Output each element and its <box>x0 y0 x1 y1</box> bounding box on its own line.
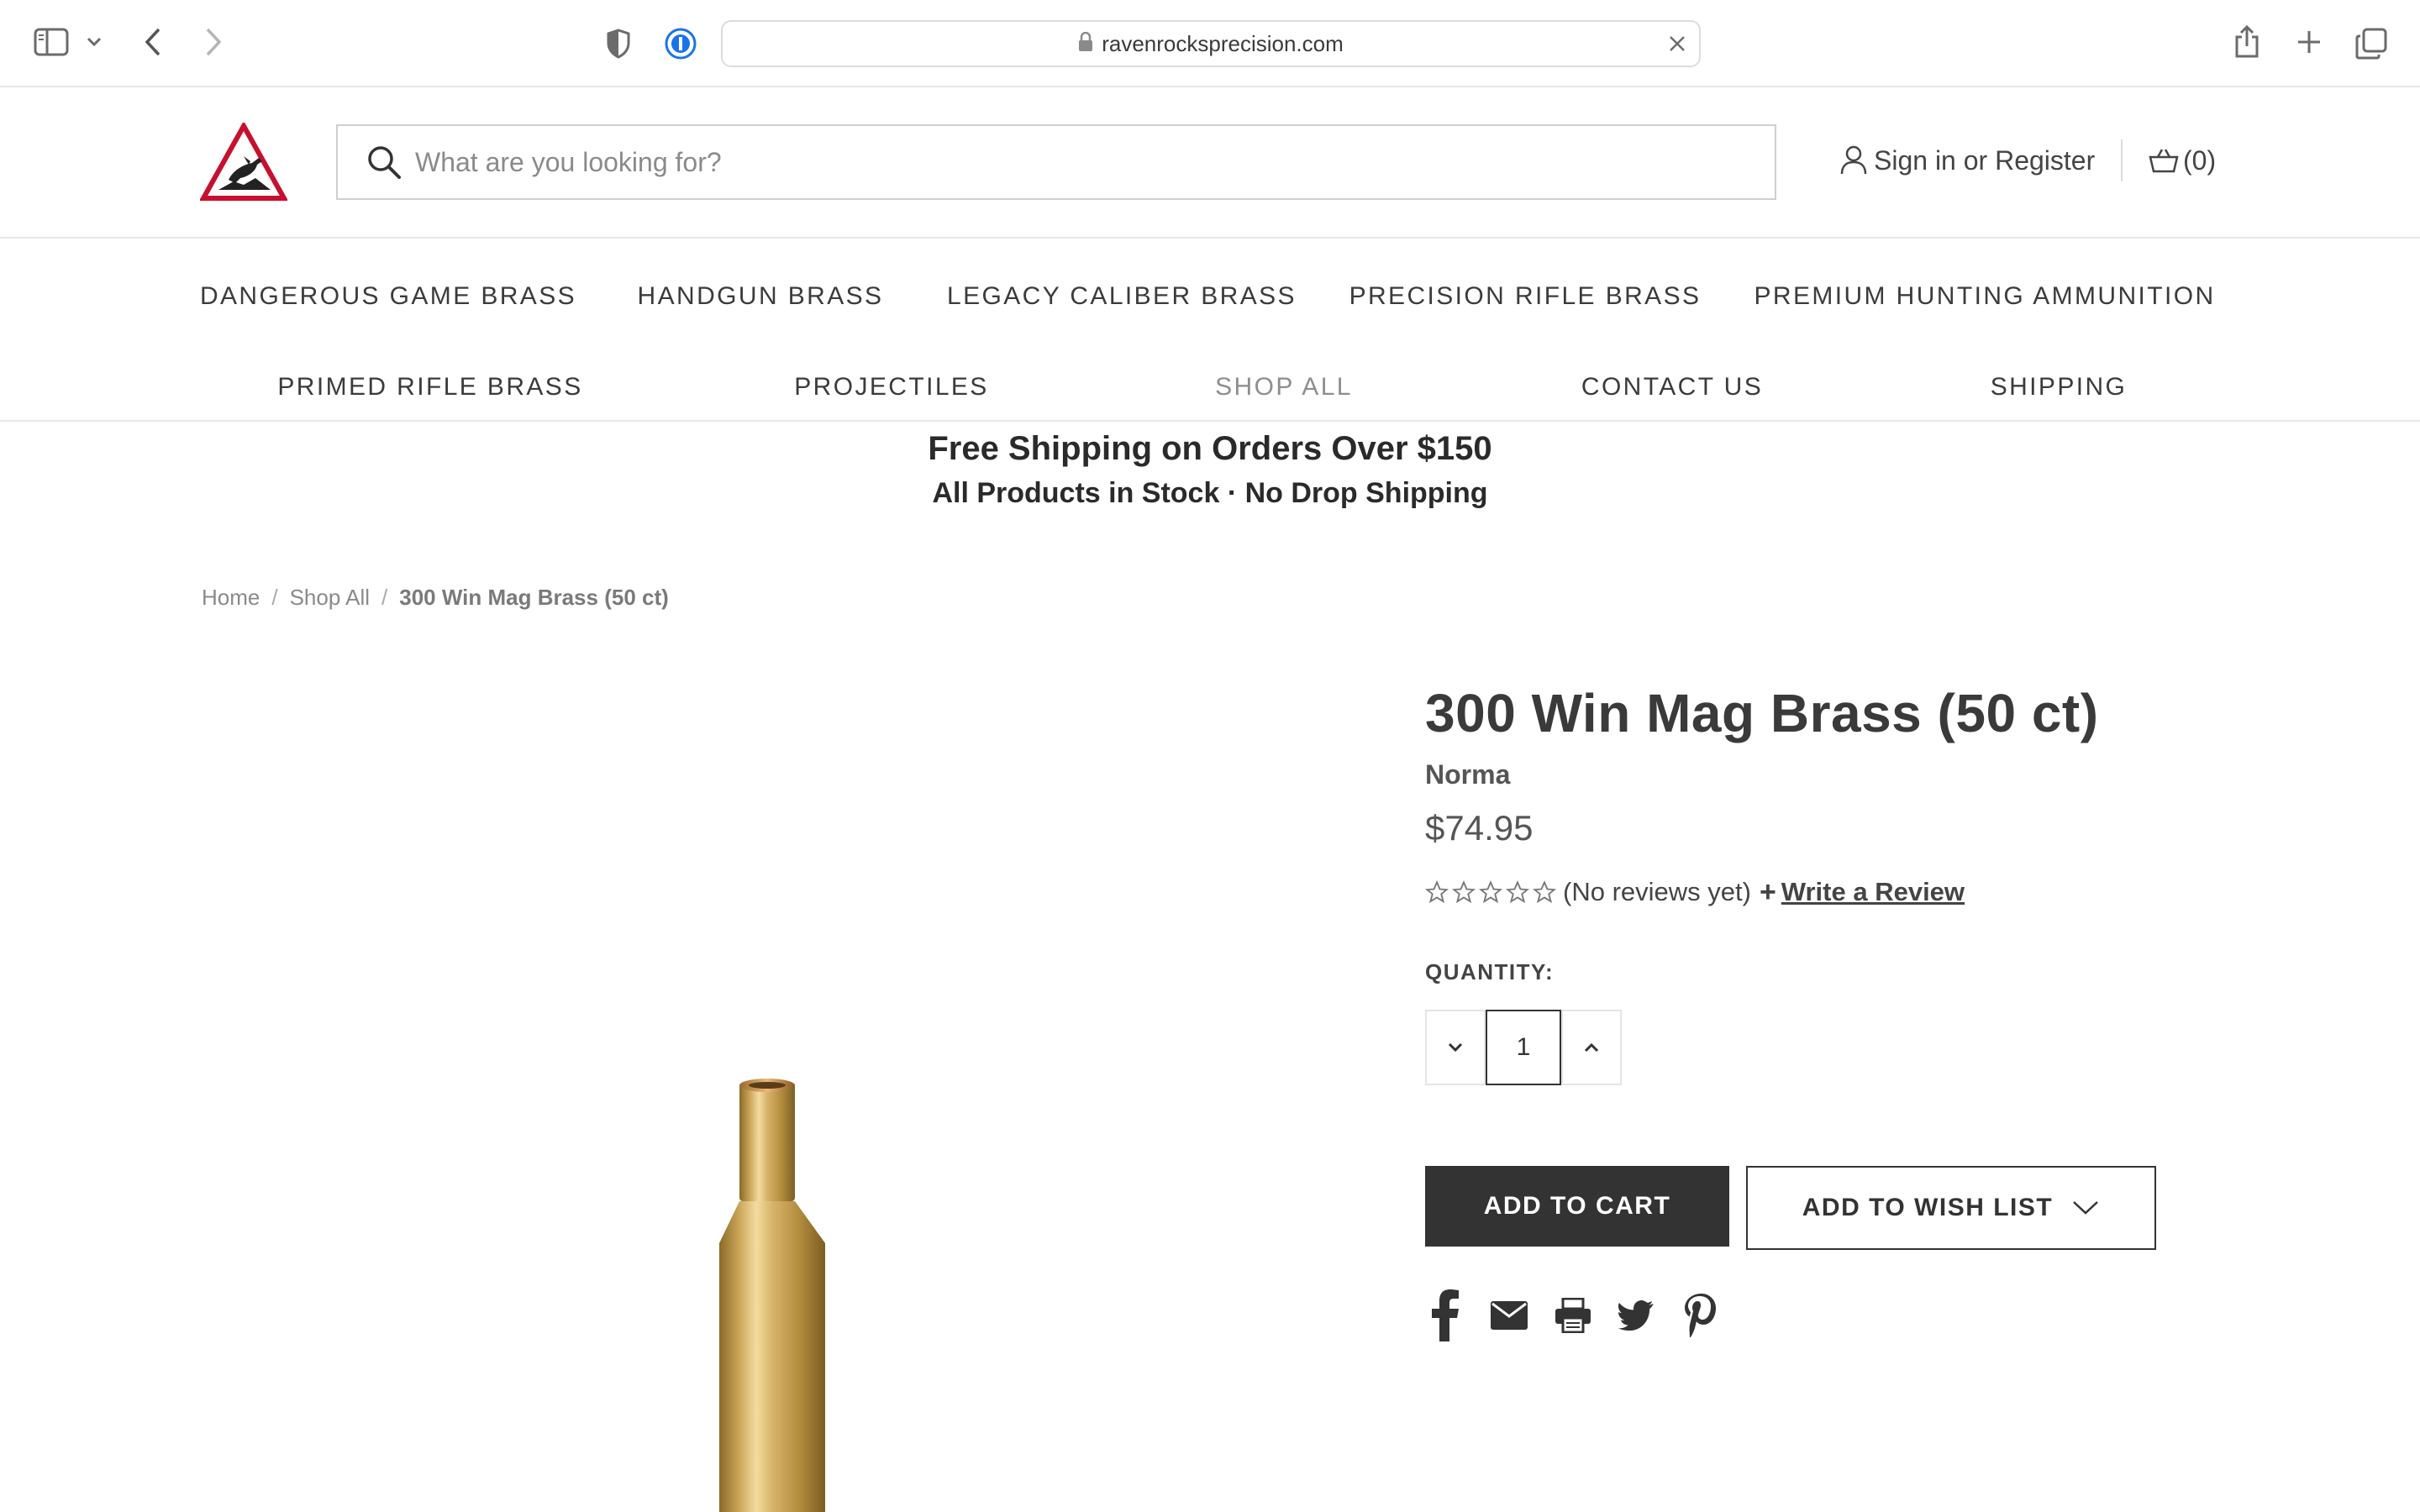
search-box[interactable] <box>336 124 1776 200</box>
nav-shop-all[interactable]: SHOP ALL <box>1215 373 1353 402</box>
email-icon[interactable] <box>1489 1289 1529 1342</box>
chevron-down-icon <box>2073 1201 2099 1215</box>
share-icons <box>1425 1289 1744 1342</box>
product-brand[interactable]: Norma <box>1425 759 1510 790</box>
chevron-down-icon <box>1448 1042 1463 1053</box>
star-empty-icon <box>1479 880 1502 904</box>
share-icon[interactable] <box>2230 22 2264 62</box>
breadcrumb-shop-all[interactable]: Shop All <box>290 585 370 611</box>
address-bar[interactable]: ravenrocksprecision.com <box>721 20 1701 67</box>
category-nav: DANGEROUS GAME BRASS HANDGUN BRASS LEGAC… <box>0 240 2420 422</box>
add-to-cart-button[interactable]: ADD TO CART <box>1425 1166 1729 1247</box>
search-input[interactable] <box>415 146 1775 178</box>
rating-stars <box>1425 880 1556 904</box>
nav-primed-rifle-brass[interactable]: PRIMED RIFLE BRASS <box>277 373 582 402</box>
breadcrumb-current: 300 Win Mag Brass (50 ct) <box>399 585 669 610</box>
header-divider <box>2121 139 2123 181</box>
print-icon[interactable] <box>1553 1289 1593 1342</box>
star-empty-icon <box>1452 880 1476 904</box>
quantity-stepper: 1 <box>1425 1010 1622 1085</box>
search-icon[interactable] <box>366 144 402 180</box>
add-to-wishlist-button[interactable]: ADD TO WISH LIST <box>1746 1166 2156 1250</box>
pinterest-icon[interactable] <box>1681 1289 1721 1342</box>
nav-contact-us[interactable]: CONTACT US <box>1581 373 1763 402</box>
password-manager-icon[interactable] <box>662 25 699 62</box>
cart-link[interactable]: (0) <box>2148 139 2216 181</box>
quantity-increase-button[interactable] <box>1561 1010 1622 1085</box>
breadcrumb-separator: / <box>381 585 388 610</box>
sidebar-icon[interactable] <box>32 25 71 59</box>
nav-premium-hunting-ammunition[interactable]: PREMIUM HUNTING AMMUNITION <box>1754 282 2215 311</box>
star-empty-icon <box>1506 880 1529 904</box>
nav-shipping[interactable]: SHIPPING <box>1991 373 2128 402</box>
write-review-link[interactable]: Write a Review <box>1781 877 1965 907</box>
quantity-label: QUANTITY: <box>1425 959 1555 984</box>
product-price: $74.95 <box>1425 808 1534 848</box>
nav-row-1: DANGEROUS GAME BRASS HANDGUN BRASS LEGAC… <box>0 272 2420 318</box>
facebook-icon[interactable] <box>1425 1289 1465 1342</box>
cart-count: (0) <box>2183 144 2217 176</box>
sign-in-link[interactable]: Sign in or Register <box>1840 139 2095 181</box>
shield-icon[interactable] <box>602 25 635 62</box>
tabs-icon[interactable] <box>2353 25 2390 62</box>
nav-handgun-brass[interactable]: HANDGUN BRASS <box>638 282 884 311</box>
product-image[interactable] <box>672 1075 874 1512</box>
nav-row-2: PRIMED RIFLE BRASS PROJECTILES SHOP ALL … <box>0 363 2420 408</box>
star-empty-icon <box>1425 880 1449 904</box>
promo-in-stock: All Products in Stock · No Drop Shipping <box>932 477 1488 509</box>
breadcrumb-separator: / <box>271 585 278 610</box>
lock-icon <box>1078 31 1093 56</box>
user-icon <box>1840 145 1867 175</box>
wishlist-label: ADD TO WISH LIST <box>1802 1194 2054 1221</box>
browser-toolbar: ravenrocksprecision.com <box>0 0 2420 87</box>
nav-projectiles[interactable]: PROJECTILES <box>794 373 988 402</box>
product-rating: (No reviews yet) + Write a Review <box>1425 875 1965 909</box>
breadcrumb-home[interactable]: Home <box>202 585 260 611</box>
clear-icon[interactable] <box>1667 34 1687 58</box>
forward-icon[interactable] <box>197 25 230 59</box>
breadcrumb: Home / Shop All / 300 Win Mag Brass (50 … <box>202 585 669 611</box>
basket-icon <box>2149 149 2179 173</box>
quantity-decrease-button[interactable] <box>1425 1010 1486 1085</box>
new-tab-icon[interactable] <box>2292 25 2326 59</box>
star-empty-icon <box>1533 880 1556 904</box>
nav-legacy-caliber-brass[interactable]: LEGACY CALIBER BRASS <box>947 282 1297 311</box>
url-text: ravenrocksprecision.com <box>1102 30 1344 56</box>
nav-dangerous-game-brass[interactable]: DANGEROUS GAME BRASS <box>200 282 576 311</box>
reviews-count: (No reviews yet) <box>1563 877 1751 906</box>
product-title: 300 Win Mag Brass (50 ct) <box>1425 683 2099 743</box>
promo-free-shipping: Free Shipping on Orders Over $150 <box>928 430 1492 467</box>
chevron-down-icon[interactable] <box>84 32 104 52</box>
twitter-icon[interactable] <box>1617 1289 1657 1342</box>
nav-precision-rifle-brass[interactable]: PRECISION RIFLE BRASS <box>1349 282 1702 311</box>
plus-icon: + <box>1759 875 1776 908</box>
quantity-input[interactable]: 1 <box>1486 1010 1561 1085</box>
raven-rocks-logo[interactable] <box>198 120 289 203</box>
site-header: Sign in or Register (0) <box>0 87 2420 239</box>
back-icon[interactable] <box>136 25 170 59</box>
chevron-up-icon <box>1584 1042 1599 1053</box>
sign-in-label: Sign in or Register <box>1874 144 2096 176</box>
